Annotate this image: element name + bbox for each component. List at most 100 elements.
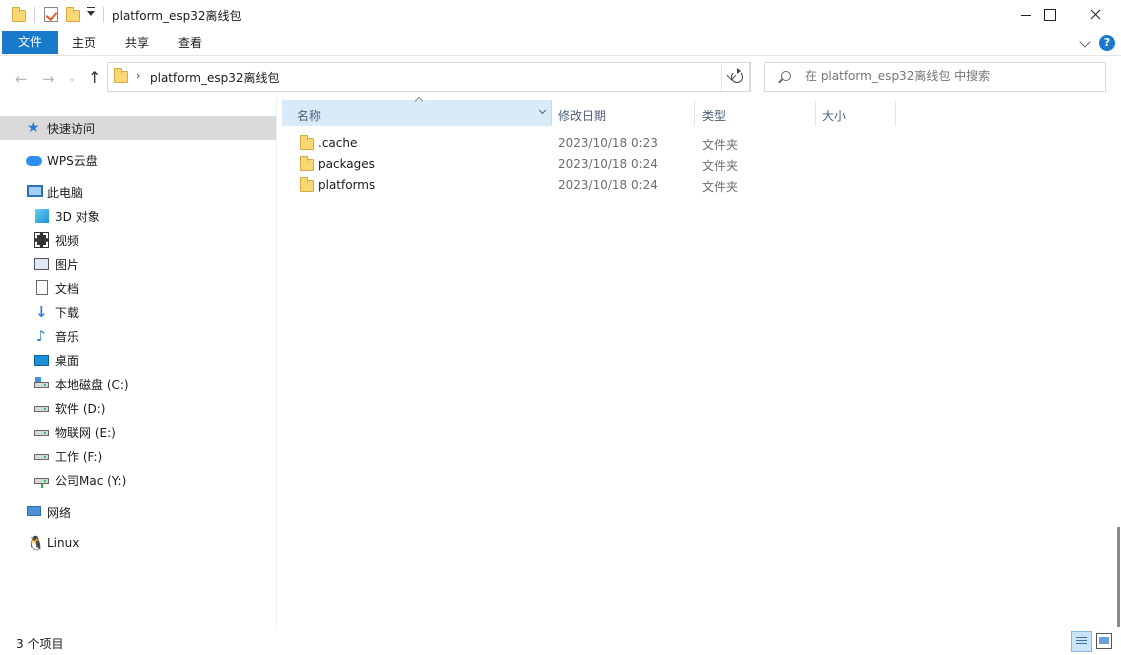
file-name: .cache <box>318 136 358 150</box>
sidebar-item-quick-access[interactable]: ★ 快速访问 <box>0 116 276 140</box>
refresh-icon <box>731 68 743 83</box>
recent-locations-chevron-icon[interactable]: ⌄ <box>68 73 76 84</box>
sidebar-item-label: 快速访问 <box>47 122 96 136</box>
sidebar-item-drive-c[interactable]: 本地磁盘 (C:) <box>0 372 276 396</box>
sidebar-item-label: WPS云盘 <box>47 154 98 168</box>
column-divider[interactable] <box>694 100 695 126</box>
title-separator <box>103 7 104 23</box>
maximize-button[interactable] <box>1026 0 1072 30</box>
sidebar-item-drive-e[interactable]: 物联网 (E:) <box>0 420 276 444</box>
drive-icon <box>34 430 49 436</box>
up-arrow-icon[interactable]: ↑ <box>88 68 101 87</box>
folder-icon <box>300 156 314 171</box>
file-modified: 2023/10/18 0:23 <box>558 136 658 150</box>
search-input[interactable] <box>805 69 1100 83</box>
search-box[interactable] <box>764 62 1106 92</box>
column-header-type[interactable]: 类型 <box>702 107 726 124</box>
sidebar-item-documents[interactable]: 文档 <box>0 276 276 300</box>
expand-ribbon-chevron-icon[interactable] <box>1079 36 1091 48</box>
desktop-icon <box>34 355 49 366</box>
properties-check-icon[interactable] <box>44 7 58 22</box>
folder-icon <box>12 7 26 22</box>
sidebar-item-label: 文档 <box>55 282 80 296</box>
sidebar-item-label: 图片 <box>55 258 80 272</box>
window-title: platform_esp32离线包 <box>112 9 242 23</box>
breadcrumb-separator-icon[interactable]: › <box>136 69 140 82</box>
linux-icon: 🐧 <box>27 536 45 552</box>
sidebar-item-downloads[interactable]: ↓ 下载 <box>0 300 276 324</box>
file-modified: 2023/10/18 0:24 <box>558 178 658 192</box>
address-folder-icon <box>114 68 128 83</box>
sidebar-item-label: 桌面 <box>55 354 80 368</box>
forward-arrow-icon[interactable]: → <box>42 70 55 88</box>
sidebar-item-this-pc[interactable]: 此电脑 <box>0 180 276 204</box>
vertical-scrollbar[interactable] <box>1117 527 1120 627</box>
network-drive-icon <box>34 478 49 488</box>
address-bar[interactable]: › platform_esp32离线包 <box>107 62 750 92</box>
details-view-icon[interactable] <box>1071 631 1092 652</box>
file-type: 文件夹 <box>702 180 739 194</box>
drive-icon <box>34 406 49 412</box>
address-divider <box>721 63 722 91</box>
sidebar-item-drive-y[interactable]: 公司Mac (Y:) <box>0 468 276 492</box>
help-icon[interactable]: ? <box>1099 35 1115 51</box>
downloads-icon: ↓ <box>35 303 48 321</box>
sidebar-item-drive-d[interactable]: 软件 (D:) <box>0 396 276 420</box>
sidebar-item-videos[interactable]: 视频 <box>0 228 276 252</box>
tab-home[interactable]: 主页 <box>72 34 96 51</box>
customize-toolbar-dropdown-icon[interactable] <box>87 7 95 16</box>
sidebar-item-label: 3D 对象 <box>55 210 100 224</box>
ribbon-tabs: 文件 主页 共享 查看 ? <box>0 30 1121 56</box>
column-header-modified[interactable]: 修改日期 <box>558 107 606 124</box>
wps-cloud-icon <box>26 156 42 166</box>
file-row[interactable]: packages 2023/10/18 0:24 文件夹 <box>290 154 750 175</box>
sidebar-item-wps-cloud[interactable]: WPS云盘 <box>0 148 276 172</box>
file-row[interactable]: platforms 2023/10/18 0:24 文件夹 <box>290 175 750 196</box>
breadcrumb-current[interactable]: platform_esp32离线包 <box>150 69 280 86</box>
sidebar-item-3d-objects[interactable]: 3D 对象 <box>0 204 276 228</box>
tab-file[interactable]: 文件 <box>2 31 58 54</box>
new-folder-icon[interactable] <box>66 7 80 22</box>
sidebar-item-label: 软件 (D:) <box>55 402 106 416</box>
network-icon <box>27 506 41 516</box>
sidebar-item-label: 工作 (F:) <box>55 450 103 464</box>
folder-icon <box>300 135 314 150</box>
sidebar-item-label: 物联网 (E:) <box>55 426 116 440</box>
sidebar-item-linux[interactable]: 🐧 Linux <box>0 532 276 556</box>
videos-icon <box>34 232 49 248</box>
column-header-size[interactable]: 大小 <box>822 107 846 124</box>
sidebar-item-label: 网络 <box>47 506 72 520</box>
quick-access-star-icon: ★ <box>27 120 40 136</box>
pane-splitter[interactable] <box>276 97 277 630</box>
large-icons-view-icon[interactable] <box>1096 633 1112 649</box>
back-arrow-icon[interactable]: ← <box>15 70 28 88</box>
column-divider[interactable] <box>815 100 816 126</box>
file-row[interactable]: .cache 2023/10/18 0:23 文件夹 <box>290 133 750 154</box>
refresh-button[interactable] <box>723 62 751 92</box>
folder-icon <box>300 177 314 192</box>
this-pc-icon <box>27 185 43 197</box>
sidebar-item-pictures[interactable]: 图片 <box>0 252 276 276</box>
file-name: packages <box>318 157 375 171</box>
close-button[interactable] <box>1072 0 1118 30</box>
sidebar-item-label: 下载 <box>55 306 80 320</box>
file-type: 文件夹 <box>702 159 739 173</box>
music-icon: ♪ <box>36 327 46 345</box>
item-count: 3 个项目 <box>16 637 64 651</box>
documents-icon <box>36 280 48 295</box>
quick-access-separator <box>34 7 35 23</box>
sidebar-item-label: 本地磁盘 (C:) <box>55 378 129 392</box>
tab-share[interactable]: 共享 <box>125 34 149 51</box>
sidebar-item-network[interactable]: 网络 <box>0 500 276 524</box>
column-divider[interactable] <box>895 100 896 126</box>
sidebar-item-label: 此电脑 <box>47 186 84 200</box>
sidebar-item-label: 公司Mac (Y:) <box>55 474 127 488</box>
sidebar-item-music[interactable]: ♪ 音乐 <box>0 324 276 348</box>
column-header-name-label: 名称 <box>297 109 322 123</box>
sidebar-item-desktop[interactable]: 桌面 <box>0 348 276 372</box>
sidebar-item-drive-f[interactable]: 工作 (F:) <box>0 444 276 468</box>
file-modified: 2023/10/18 0:24 <box>558 157 658 171</box>
tab-view[interactable]: 查看 <box>178 34 202 51</box>
3d-objects-icon <box>35 209 49 223</box>
sidebar-item-label: 音乐 <box>55 330 80 344</box>
